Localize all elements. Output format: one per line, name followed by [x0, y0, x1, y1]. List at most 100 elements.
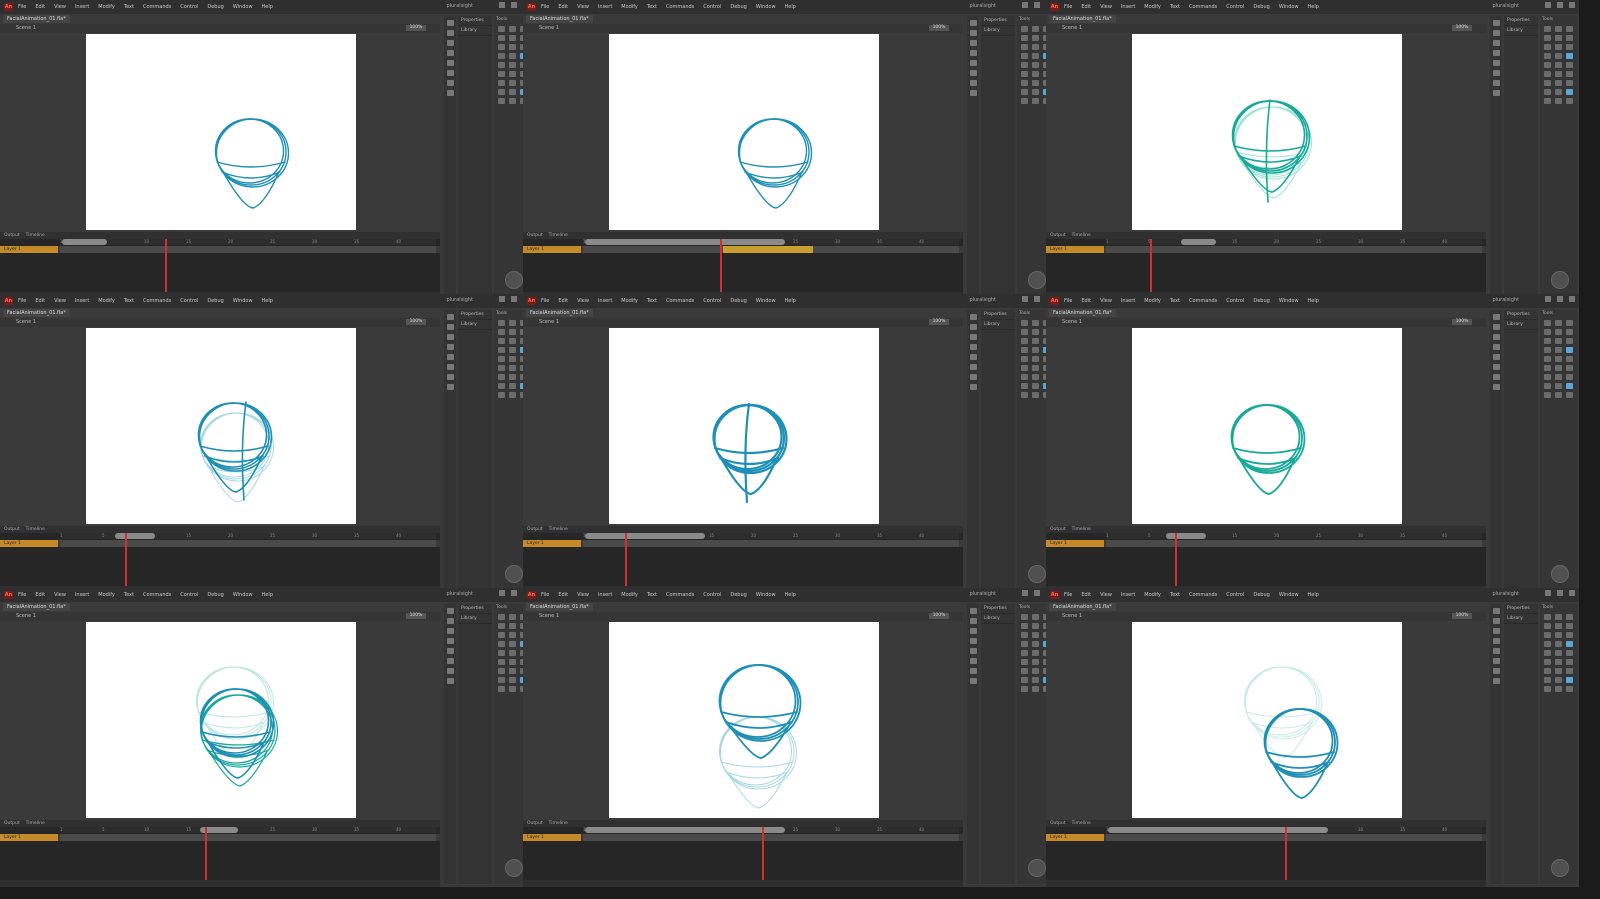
menu-item[interactable]: File	[541, 298, 549, 304]
menu-item[interactable]: Insert	[1121, 4, 1135, 10]
tool-icon[interactable]	[1544, 356, 1551, 362]
menu-item[interactable]: Help	[1308, 592, 1319, 598]
tool-icon[interactable]	[509, 44, 516, 50]
tab-properties[interactable]: Properties	[1504, 310, 1538, 320]
tool-icon[interactable]	[1566, 329, 1573, 335]
tool-icon[interactable]	[498, 35, 505, 41]
canvas[interactable]	[86, 328, 356, 524]
panel-icon[interactable]	[446, 30, 454, 36]
tool-icon[interactable]	[1555, 71, 1562, 77]
tool-icon[interactable]	[509, 62, 516, 68]
video-button[interactable]	[1551, 271, 1569, 289]
playhead[interactable]	[625, 533, 627, 593]
tool-icon[interactable]	[1544, 80, 1551, 86]
tab-properties[interactable]: Properties	[458, 604, 492, 614]
tool-icon[interactable]	[1544, 383, 1551, 389]
tool-icon[interactable]	[1021, 44, 1028, 50]
tool-icon[interactable]	[498, 374, 505, 380]
onion-skin-markers[interactable]	[62, 239, 107, 245]
tool-icon[interactable]	[498, 365, 505, 371]
panel-icon[interactable]	[446, 50, 454, 56]
video-button[interactable]	[505, 565, 523, 583]
layer-row[interactable]: Layer 1	[1046, 246, 1486, 253]
menu-item[interactable]: Insert	[598, 592, 612, 598]
menu-item[interactable]: Window	[233, 4, 253, 10]
tool-icon[interactable]	[1032, 374, 1039, 380]
canvas[interactable]	[609, 622, 879, 818]
close-icon[interactable]	[1569, 2, 1575, 8]
panel-icon[interactable]	[969, 364, 977, 370]
menu-item[interactable]: Edit	[35, 592, 45, 598]
tool-icon[interactable]	[1021, 62, 1028, 68]
tool-icon[interactable]	[1032, 338, 1039, 344]
panel-icon[interactable]	[446, 90, 454, 96]
menu-item[interactable]: Help	[785, 298, 796, 304]
layer-name[interactable]: Layer 1	[1046, 540, 1104, 547]
menu-item[interactable]: Window	[233, 592, 253, 598]
tool-icon[interactable]	[1032, 632, 1039, 638]
layer-frames[interactable]	[583, 246, 959, 253]
tool-icon[interactable]	[1544, 44, 1551, 50]
tab-output[interactable]: Output	[4, 526, 20, 533]
tool-icon[interactable]	[509, 614, 516, 620]
minimize-icon[interactable]	[1545, 590, 1551, 596]
tool-icon[interactable]	[1566, 80, 1573, 86]
tab-output[interactable]: Output	[1050, 526, 1066, 533]
tool-icon[interactable]	[1544, 614, 1551, 620]
workspace-label[interactable]: pluralsight	[1492, 591, 1519, 597]
tool-icon[interactable]	[1555, 62, 1562, 68]
panel-icon[interactable]	[1492, 374, 1500, 380]
menu-item[interactable]: File	[18, 298, 26, 304]
tool-icon[interactable]	[498, 44, 505, 50]
tool-icon[interactable]	[1544, 347, 1551, 353]
tool-icon[interactable]	[1566, 677, 1573, 683]
panel-icon[interactable]	[1492, 80, 1500, 86]
tool-icon[interactable]	[498, 677, 505, 683]
menu-item[interactable]: Commands	[1189, 592, 1217, 598]
menu-item[interactable]: View	[1100, 4, 1112, 10]
close-icon[interactable]	[1569, 590, 1575, 596]
tool-icon[interactable]	[1555, 668, 1562, 674]
menu-item[interactable]: Help	[262, 4, 273, 10]
panel-icon[interactable]	[446, 608, 454, 614]
tool-icon[interactable]	[498, 383, 505, 389]
tool-icon[interactable]	[498, 329, 505, 335]
tool-icon[interactable]	[1021, 668, 1028, 674]
tool-icon[interactable]	[498, 347, 505, 353]
menu-item[interactable]: Edit	[558, 298, 568, 304]
menu-item[interactable]: Edit	[35, 4, 45, 10]
document-tab[interactable]: FacialAnimation_01.fla*	[526, 309, 593, 317]
tool-icon[interactable]	[1021, 623, 1028, 629]
menu-item[interactable]: Text	[1170, 298, 1180, 304]
tool-icon[interactable]	[1544, 686, 1551, 692]
panel-icon[interactable]	[1492, 30, 1500, 36]
menu-item[interactable]: Window	[233, 298, 253, 304]
zoom-field[interactable]: 100%	[406, 25, 426, 31]
layer-row[interactable]: Layer 1	[1046, 834, 1486, 841]
panel-icon[interactable]	[446, 628, 454, 634]
panel-icon[interactable]	[969, 608, 977, 614]
tool-icon[interactable]	[498, 320, 505, 326]
tool-icon[interactable]	[1566, 338, 1573, 344]
playhead[interactable]	[720, 239, 722, 299]
menu-item[interactable]: Modify	[1144, 4, 1161, 10]
menu-item[interactable]: Help	[1308, 4, 1319, 10]
tool-icon[interactable]	[1021, 650, 1028, 656]
document-tab[interactable]: FacialAnimation_01.fla*	[1049, 15, 1116, 23]
menu-item[interactable]: Commands	[666, 592, 694, 598]
document-tab[interactable]: FacialAnimation_01.fla*	[1049, 309, 1116, 317]
tool-icon[interactable]	[1032, 686, 1039, 692]
zoom-field[interactable]: 100%	[1452, 319, 1472, 325]
panel-icon[interactable]	[446, 334, 454, 340]
tool-icon[interactable]	[1021, 329, 1028, 335]
tool-icon[interactable]	[509, 623, 516, 629]
maximize-icon[interactable]	[1034, 2, 1040, 8]
frame-ruler[interactable]: 1510152025303540	[60, 239, 436, 245]
tool-icon[interactable]	[1032, 347, 1039, 353]
menu-item[interactable]: Help	[785, 592, 796, 598]
menu-item[interactable]: Insert	[75, 298, 89, 304]
tool-icon[interactable]	[498, 71, 505, 77]
tool-icon[interactable]	[1032, 71, 1039, 77]
tool-icon[interactable]	[498, 632, 505, 638]
tool-icon[interactable]	[1555, 347, 1562, 353]
